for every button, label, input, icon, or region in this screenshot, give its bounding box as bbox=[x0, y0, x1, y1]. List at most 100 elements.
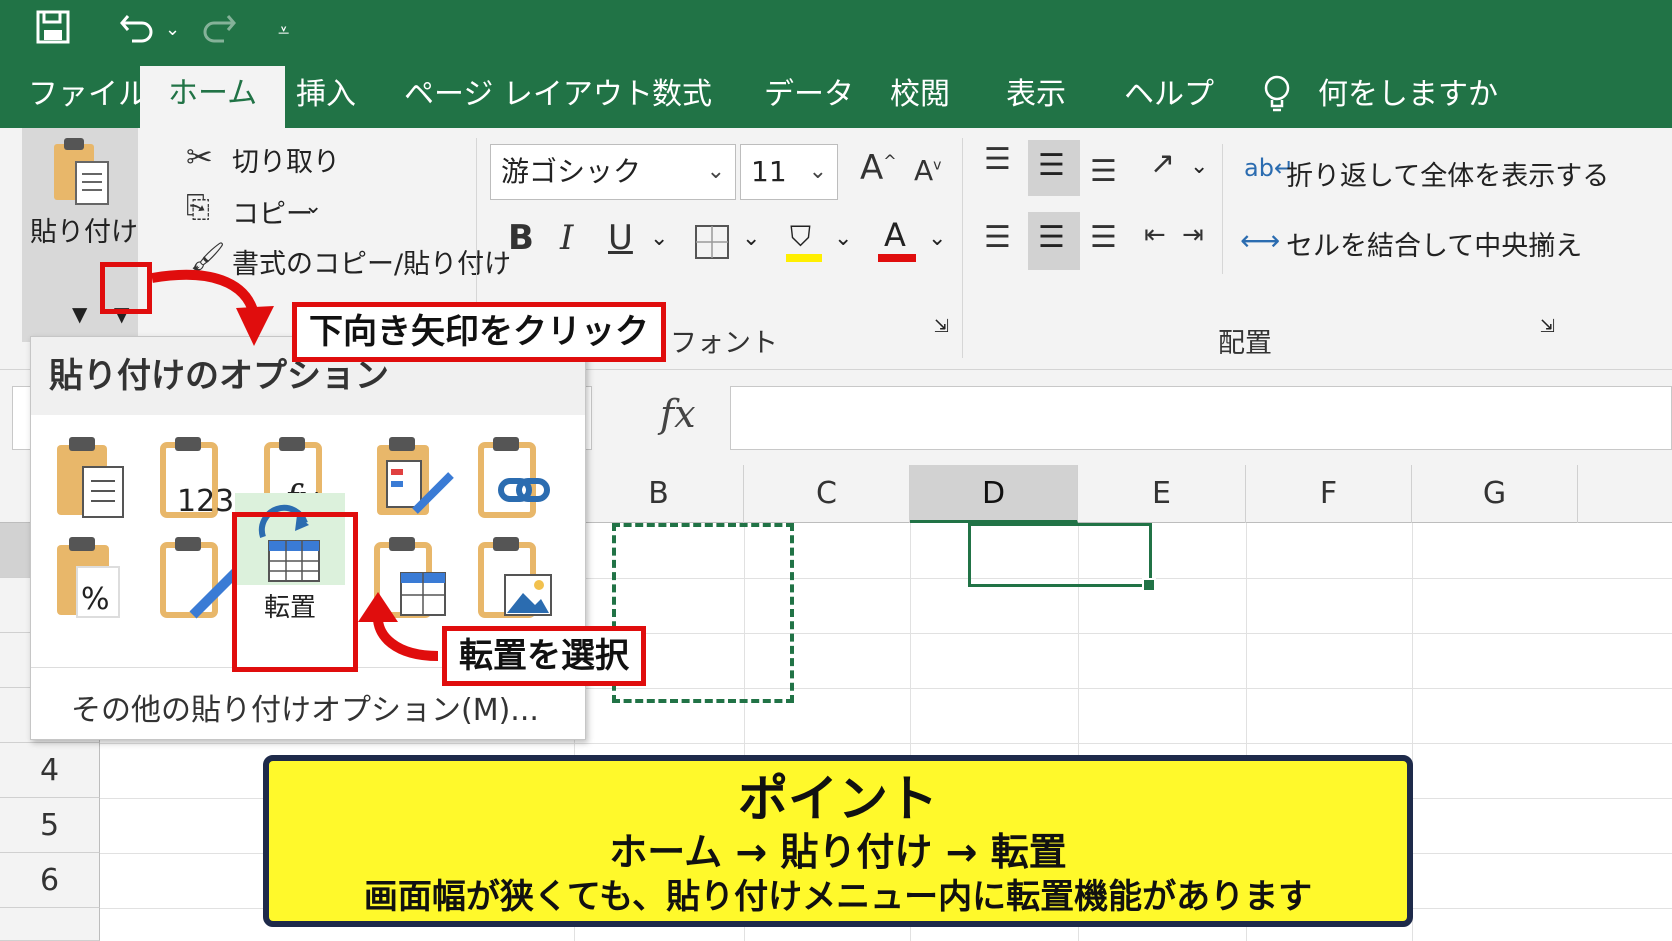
arrow-to-callout-icon bbox=[151, 269, 274, 346]
align-center-icon: ☰ bbox=[1038, 220, 1065, 255]
clipboard-paste-icon bbox=[54, 138, 109, 205]
svg-text:%: % bbox=[81, 582, 110, 617]
chevron-down-icon[interactable]: ⌄ bbox=[707, 145, 725, 199]
paste-values-icon[interactable]: 123 bbox=[157, 433, 247, 523]
merge-dropdown-icon[interactable]: ⌄ bbox=[1534, 226, 1552, 251]
caret-down-icon[interactable]: ▼ bbox=[72, 302, 87, 326]
scissors-icon: ✂ bbox=[186, 138, 213, 176]
fill-color-button[interactable]: ⛉ bbox=[786, 220, 824, 264]
wrap-text-button[interactable]: 折り返して全体を表示する bbox=[1286, 154, 1609, 193]
insert-function-icon[interactable]: fx bbox=[660, 392, 696, 436]
copy-button[interactable]: コピー bbox=[232, 192, 313, 231]
chevron-down-icon[interactable]: ⌄ bbox=[809, 145, 827, 199]
more-paste-options[interactable]: その他の貼り付けオプション(M)... bbox=[71, 685, 539, 729]
font-size-combobox[interactable]: 11 ⌄ bbox=[740, 144, 838, 200]
font-color-button[interactable]: A bbox=[878, 216, 918, 262]
font-name-combobox[interactable]: 游ゴシック ⌄ bbox=[490, 144, 736, 200]
font-name-value: 游ゴシック bbox=[501, 155, 642, 188]
column-header-e[interactable]: E bbox=[1078, 465, 1246, 523]
paste-arrow-highlight bbox=[100, 262, 152, 314]
save-icon[interactable] bbox=[36, 10, 70, 55]
align-left-icon[interactable]: ☰ bbox=[984, 220, 1011, 255]
align-bottom-icon[interactable]: ☰ bbox=[1090, 154, 1117, 189]
shrink-font-button[interactable]: Av bbox=[914, 154, 941, 187]
column-header-c[interactable]: C bbox=[744, 465, 910, 523]
ribbon-tabs: ファイル ホーム 挿入 ページ レイアウト 数式 データ 校閲 表示 ヘルプ 何… bbox=[0, 62, 1672, 128]
borders-dropdown-icon[interactable]: ⌄ bbox=[742, 226, 760, 251]
font-dialog-launcher-icon[interactable]: ⇲ bbox=[934, 316, 949, 337]
undo-dropdown-icon[interactable]: ⌄ bbox=[165, 10, 180, 50]
row-header-6[interactable]: 6 bbox=[0, 853, 100, 908]
formula-input[interactable] bbox=[730, 386, 1672, 450]
group-separator bbox=[962, 138, 963, 358]
font-color-letter: A bbox=[884, 216, 906, 254]
fill-color-dropdown-icon[interactable]: ⌄ bbox=[834, 226, 852, 251]
tab-help[interactable]: ヘルプ bbox=[1124, 74, 1214, 128]
grow-font-button[interactable]: A^ bbox=[860, 148, 897, 188]
decrease-indent-icon[interactable]: ⇤ bbox=[1144, 220, 1166, 250]
row-header[interactable] bbox=[0, 908, 100, 941]
grow-font-letter: A bbox=[860, 148, 884, 188]
underline-dropdown-icon[interactable]: ⌄ bbox=[650, 226, 668, 251]
column-header-d[interactable]: D bbox=[910, 465, 1078, 523]
font-color-dropdown-icon[interactable]: ⌄ bbox=[928, 226, 946, 251]
point-title: ポイント bbox=[738, 770, 938, 828]
alignment-dialog-launcher-icon[interactable]: ⇲ bbox=[1540, 316, 1555, 337]
align-right-icon[interactable]: ☰ bbox=[1090, 220, 1117, 255]
column-header-f[interactable]: F bbox=[1246, 465, 1412, 523]
tab-formulas[interactable]: 数式 bbox=[652, 74, 712, 128]
fill-handle[interactable] bbox=[1142, 578, 1156, 592]
arrow-to-transpose-icon bbox=[358, 592, 439, 661]
lightbulb-icon bbox=[1262, 74, 1292, 128]
tell-me-search[interactable]: 何をしますか bbox=[1318, 74, 1498, 128]
point-note: 画面幅が狭くても、貼り付けメニュー内に転置機能があります bbox=[363, 877, 1313, 917]
redo-icon[interactable] bbox=[198, 10, 238, 55]
undo-icon[interactable] bbox=[118, 10, 158, 55]
paste-picture-icon[interactable] bbox=[475, 533, 565, 623]
paste-no-borders-icon[interactable]: % bbox=[51, 533, 141, 623]
tab-view[interactable]: 表示 bbox=[1006, 74, 1066, 128]
click-arrow-callout: 下向き矢印をクリック bbox=[292, 302, 666, 362]
cut-button[interactable]: 切り取り bbox=[232, 140, 340, 179]
copy-icon: ⎘ bbox=[186, 190, 210, 225]
increase-indent-icon[interactable]: ⇥ bbox=[1182, 220, 1204, 250]
align-middle-button[interactable]: ☰ bbox=[1028, 140, 1080, 196]
bold-button[interactable]: B bbox=[508, 218, 534, 258]
italic-button[interactable]: I bbox=[560, 218, 573, 258]
tab-review[interactable]: 校閲 bbox=[890, 74, 950, 128]
row-header-4[interactable]: 4 bbox=[0, 743, 100, 798]
row-header-5[interactable]: 5 bbox=[0, 798, 100, 853]
tab-home[interactable]: ホーム bbox=[140, 66, 286, 128]
paste-label: 貼り付け bbox=[30, 217, 138, 248]
align-top-icon[interactable]: ☰ bbox=[984, 142, 1011, 177]
font-color-swatch bbox=[878, 254, 916, 262]
tab-data[interactable]: データ bbox=[764, 74, 854, 128]
copy-dropdown-icon[interactable]: ⌄ bbox=[304, 194, 322, 219]
group-separator bbox=[1222, 144, 1223, 274]
align-center-button[interactable]: ☰ bbox=[1028, 212, 1080, 270]
alignment-group-label: 配置 bbox=[1218, 328, 1272, 359]
column-header-b[interactable]: B bbox=[574, 465, 744, 523]
point-callout-box: ポイント ホーム → 貼り付け → 転置 画面幅が狭くても、貼り付けメニュー内に… bbox=[263, 755, 1413, 927]
paste-link-icon[interactable] bbox=[475, 433, 565, 523]
select-transpose-callout: 転置を選択 bbox=[442, 626, 646, 686]
active-cell[interactable] bbox=[968, 523, 1152, 587]
quick-access-toolbar: ⌄ ⩡ bbox=[0, 0, 1672, 62]
tab-insert[interactable]: 挿入 bbox=[296, 74, 356, 128]
borders-icon[interactable] bbox=[694, 224, 730, 260]
paint-bucket-icon: ⛉ bbox=[790, 220, 812, 253]
fill-color-swatch bbox=[786, 254, 822, 262]
orientation-icon[interactable]: ↗ bbox=[1150, 146, 1175, 181]
grid-line bbox=[100, 743, 1672, 744]
tab-page-layout[interactable]: ページ レイアウト bbox=[404, 74, 653, 128]
merge-center-icon: ⟷ bbox=[1240, 224, 1281, 257]
column-header-g[interactable]: G bbox=[1412, 465, 1578, 523]
paste-keep-formatting-icon[interactable] bbox=[371, 433, 461, 523]
underline-button[interactable]: U bbox=[608, 218, 633, 258]
paste-icon[interactable] bbox=[51, 433, 141, 523]
customize-qat-icon[interactable]: ⩡ bbox=[278, 10, 289, 50]
tab-file[interactable]: ファイル bbox=[28, 74, 148, 128]
orientation-dropdown-icon[interactable]: ⌄ bbox=[1190, 154, 1208, 179]
shrink-font-letter: A bbox=[914, 154, 934, 187]
transpose-highlight-box bbox=[232, 512, 358, 672]
